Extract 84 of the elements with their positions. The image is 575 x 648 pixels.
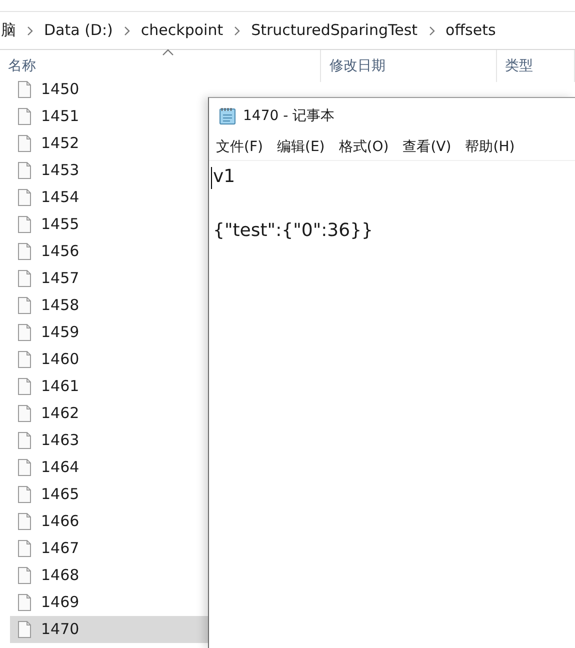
file-icon	[18, 135, 31, 152]
file-name: 1469	[41, 592, 80, 614]
breadcrumb-item[interactable]: Data (D:)	[44, 19, 113, 42]
file-icon	[18, 81, 31, 98]
file-name: 1468	[41, 565, 80, 586]
file-name: 1465	[41, 484, 80, 506]
file-icon	[18, 270, 31, 287]
file-icon	[18, 243, 31, 260]
file-name: 1462	[41, 403, 80, 424]
breadcrumb-item[interactable]: 脑	[1, 19, 16, 42]
column-header[interactable]: 修改日期	[329, 58, 386, 74]
file-name: 1454	[41, 187, 80, 208]
file-row[interactable]: 1453	[10, 157, 208, 184]
file-row[interactable]: 1464	[10, 454, 208, 481]
breadcrumb-item[interactable]: offsets	[446, 19, 496, 42]
file-row[interactable]: 1451	[10, 103, 208, 130]
breadcrumb-item[interactable]: checkpoint	[140, 19, 224, 42]
file-name: 1461	[41, 376, 80, 398]
file-name: 1451	[41, 106, 80, 128]
file-name: 1455	[41, 214, 80, 236]
menu-item[interactable]: 查看(V)	[402, 136, 452, 158]
file-row[interactable]: 1460	[10, 346, 208, 373]
file-icon	[18, 378, 31, 395]
file-row[interactable]: 1465	[10, 481, 208, 508]
file-icon	[18, 405, 31, 422]
breadcrumb-item[interactable]: StructuredSparingTest	[251, 19, 418, 42]
file-name: 1463	[41, 430, 80, 452]
file-row[interactable]: 1454	[10, 184, 208, 211]
file-icon	[18, 162, 31, 179]
file-row[interactable]: 1463	[10, 427, 208, 454]
file-name: 1466	[41, 511, 80, 532]
chevron-icon	[26, 26, 34, 36]
file-row[interactable]: 1469	[10, 589, 208, 616]
chevron-icon	[233, 26, 242, 36]
file-row[interactable]: 1455	[10, 211, 208, 238]
file-row[interactable]: 1468	[10, 562, 208, 589]
file-icon	[18, 621, 31, 638]
file-row[interactable]: 1466	[10, 508, 208, 535]
file-name: 1467	[41, 538, 80, 560]
file-icon	[18, 216, 31, 233]
file-name: 1464	[41, 457, 80, 478]
file-icon	[18, 459, 31, 476]
file-icon	[18, 513, 31, 530]
file-row[interactable]: 1467	[10, 535, 208, 562]
file-icon	[18, 108, 31, 125]
file-icon	[18, 189, 31, 206]
chevron-icon	[122, 26, 131, 36]
file-name: 1460	[41, 349, 80, 370]
notepad-icon	[219, 107, 237, 125]
file-row[interactable]: 1459	[10, 319, 208, 346]
file-row[interactable]: 1452	[10, 130, 208, 157]
file-row[interactable]: 1458	[10, 292, 208, 319]
column-header[interactable]: 名称	[8, 58, 36, 74]
file-icon	[18, 297, 31, 314]
file-name: 1456	[41, 241, 80, 262]
file-row[interactable]: 1450	[10, 76, 208, 103]
file-row[interactable]: 1457	[10, 265, 208, 292]
menu-item[interactable]: 编辑(E)	[276, 136, 325, 158]
file-name: 1458	[41, 295, 80, 316]
text-content: v1 {"test":{"0":36}}	[213, 165, 373, 243]
file-icon	[18, 567, 31, 584]
file-icon	[18, 324, 31, 341]
column-header[interactable]: 类型	[504, 58, 533, 74]
file-name: 1470	[41, 619, 80, 640]
file-name: 1459	[41, 322, 80, 344]
file-row[interactable]: 1461	[10, 373, 208, 400]
menu-item[interactable]: 格式(O)	[338, 136, 389, 158]
window-title: 1470 - 记事本	[243, 106, 335, 126]
file-icon	[18, 351, 31, 368]
file-name: 1457	[41, 268, 80, 290]
file-name: 1452	[41, 133, 80, 154]
file-row[interactable]: 1470	[10, 616, 208, 643]
chevron-icon	[428, 26, 436, 36]
file-row[interactable]: 1462	[10, 400, 208, 427]
file-icon	[18, 486, 31, 503]
file-icon	[18, 594, 31, 611]
file-icon	[18, 540, 31, 557]
file-name: 1450	[41, 79, 80, 100]
menu-item[interactable]: 帮助(H)	[465, 136, 515, 158]
menu-item[interactable]: 文件(F)	[216, 136, 263, 158]
file-name: 1453	[41, 160, 80, 182]
text-cursor	[211, 167, 212, 189]
file-row[interactable]: 1456	[10, 238, 208, 265]
file-icon	[18, 432, 31, 449]
